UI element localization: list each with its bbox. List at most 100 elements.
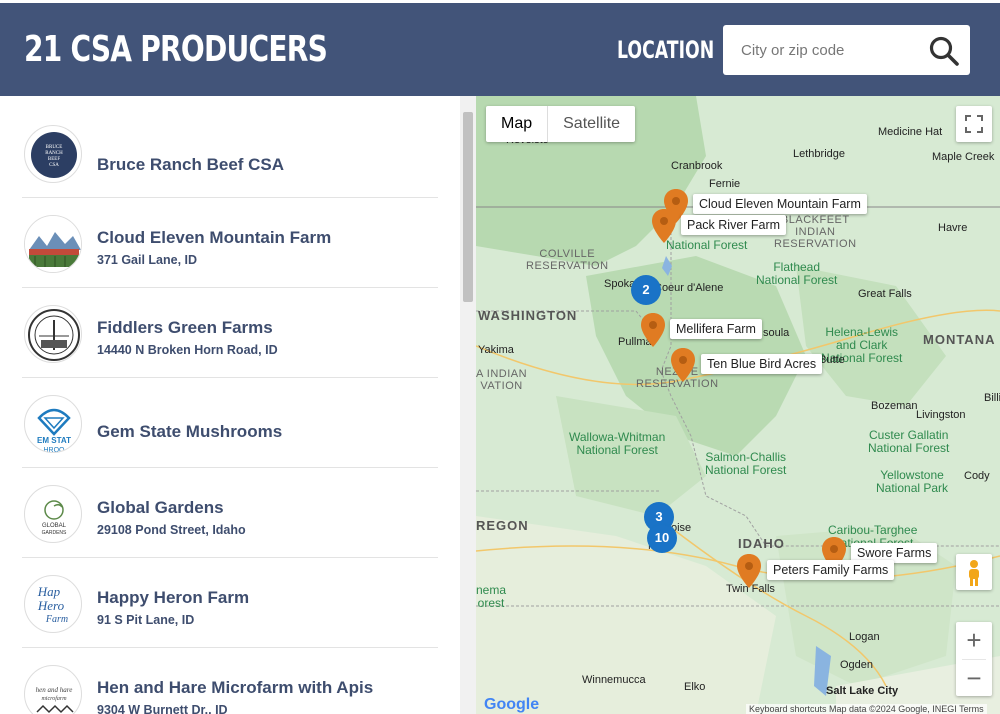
svg-text:Hap: Hap	[37, 584, 61, 599]
location-search-input[interactable]	[723, 25, 923, 75]
label-winnemucca: Winnemucca	[582, 674, 646, 686]
label-flathead: Flathead National Forest	[756, 260, 838, 287]
label-blackfeet: BLACKFEET INDIAN RESERVATION	[774, 214, 857, 250]
marker-label-mellifera[interactable]: Mellifera Farm	[670, 319, 762, 339]
svg-text:CSA: CSA	[49, 163, 59, 168]
hen-and-hare-logo: hen and hare microfarm	[24, 665, 82, 714]
map-type-control: Map Satellite	[486, 106, 636, 142]
map-marker-icon[interactable]	[736, 553, 762, 589]
producer-item-gem-state[interactable]: EM STAT HROO Gem State Mushrooms	[22, 378, 438, 468]
scrollbar-thumb[interactable]	[463, 112, 473, 302]
svg-text:BRUCE: BRUCE	[46, 145, 63, 150]
producer-item-cloud-eleven[interactable]: Cloud Eleven Mountain Farm 371 Gail Lane…	[22, 198, 438, 288]
label-billings: Billi	[984, 392, 1000, 404]
label-missoula: soula	[763, 327, 790, 339]
label-elko: Elko	[684, 681, 706, 693]
label-a-indian: A INDIAN VATION	[476, 368, 528, 392]
producer-list: BRUCE RANCH BEEF CSA Bruce Ranch Beef CS…	[0, 96, 460, 714]
label-colville: COLVILLE RESERVATION	[526, 248, 609, 272]
fiddlers-green-logo	[24, 305, 82, 363]
label-butte: Butte	[819, 354, 845, 366]
label-bozeman: Bozeman	[871, 400, 918, 412]
fullscreen-button[interactable]	[956, 106, 992, 142]
label-havre: Havre	[938, 222, 968, 234]
producer-item-happy-heron[interactable]: Hap Hero Farm Happy Heron Farm 91 S Pit …	[22, 558, 438, 648]
marker-label-cloud-eleven[interactable]: Cloud Eleven Mountain Farm	[693, 194, 867, 214]
producer-address: 9304 W Burnett Dr., ID	[97, 703, 228, 714]
label-maple-creek: Maple Creek	[932, 151, 995, 163]
map-type-map-button[interactable]: Map	[486, 106, 549, 142]
producer-address: 29108 Pond Street, Idaho	[97, 523, 246, 537]
google-logo: Google	[484, 696, 539, 714]
svg-text:BEEF: BEEF	[48, 157, 60, 162]
label-yakima: Yakima	[478, 344, 514, 356]
marker-cluster[interactable]: 2	[631, 275, 661, 305]
page-header: 21 CSA PRODUCERS LOCATION	[0, 0, 1000, 96]
marker-label-ten-blue-bird[interactable]: Ten Blue Bird Acres	[701, 354, 823, 374]
label-great-falls: Great Falls	[858, 288, 912, 300]
label-medicine-hat: Medicine Hat	[878, 126, 943, 138]
location-label: LOCATION	[617, 36, 715, 64]
page-title: 21 CSA PRODUCERS	[24, 29, 328, 70]
producer-address: 371 Gail Lane, ID	[97, 253, 198, 267]
location-search-box	[723, 25, 970, 75]
label-fernie: Fernie	[709, 178, 741, 190]
producer-item-hen-and-hare[interactable]: hen and hare microfarm Hen and Hare Micr…	[22, 648, 438, 714]
search-icon	[929, 36, 959, 66]
marker-cluster[interactable]: 10	[647, 523, 677, 553]
producer-name[interactable]: Happy Heron Farm	[97, 588, 249, 608]
label-oregon: REGON	[476, 518, 529, 533]
producer-address: 14440 N Broken Horn Road, ID	[97, 343, 278, 357]
label-national-forest: National Forest	[666, 238, 748, 252]
producer-item-global-gardens[interactable]: GLOBAL GARDENS Global Gardens 29108 Pond…	[22, 468, 438, 558]
producer-name[interactable]: Fiddlers Green Farms	[97, 318, 273, 338]
google-logo-text: Google	[484, 696, 540, 713]
bruce-ranch-logo: BRUCE RANCH BEEF CSA	[24, 125, 82, 183]
label-cody: Cody	[964, 470, 990, 482]
producer-item-fiddlers-green[interactable]: Fiddlers Green Farms 14440 N Broken Horn…	[22, 288, 438, 378]
street-view-button[interactable]	[956, 554, 992, 590]
map-marker-icon[interactable]	[651, 208, 677, 244]
zoom-control: + −	[956, 622, 992, 696]
map-attribution[interactable]: Keyboard shortcuts Map data ©2024 Google…	[746, 704, 987, 714]
svg-text:GARDENS: GARDENS	[42, 530, 67, 536]
map-view[interactable]: Revelsto Cranbrook Fernie Lethbridge Med…	[476, 96, 1000, 714]
gem-state-logo: EM STAT HROO	[24, 395, 82, 453]
zoom-out-button[interactable]: −	[956, 660, 992, 697]
svg-text:HROO: HROO	[44, 447, 66, 453]
marker-label-pack-river[interactable]: Pack River Farm	[681, 215, 787, 235]
producer-name[interactable]: Gem State Mushrooms	[97, 422, 282, 442]
pegman-icon	[969, 560, 979, 586]
svg-text:Hero: Hero	[37, 598, 65, 613]
marker-label-peters-family[interactable]: Peters Family Farms	[767, 560, 895, 580]
label-cranbrook: Cranbrook	[671, 160, 723, 172]
producer-name[interactable]: Bruce Ranch Beef CSA	[97, 155, 284, 175]
svg-text:hen and hare: hen and hare	[36, 686, 73, 694]
label-custer: Custer Gallatin National Forest	[868, 428, 950, 455]
happy-heron-logo: Hap Hero Farm	[24, 575, 82, 633]
zoom-in-button[interactable]: +	[956, 622, 992, 659]
cloud-eleven-logo	[24, 215, 82, 273]
map-type-satellite-button[interactable]: Satellite	[548, 106, 635, 142]
label-salt-lake-city: Salt Lake City	[826, 685, 899, 697]
producer-name[interactable]: Hen and Hare Microfarm with Apis	[97, 678, 373, 698]
svg-text:RANCH: RANCH	[45, 151, 63, 156]
producer-name[interactable]: Cloud Eleven Mountain Farm	[97, 228, 331, 248]
svg-text:Farm: Farm	[45, 614, 68, 625]
svg-text:EM STAT: EM STAT	[37, 436, 71, 445]
producer-item-bruce-ranch[interactable]: BRUCE RANCH BEEF CSA Bruce Ranch Beef CS…	[22, 108, 438, 198]
label-logan: Logan	[849, 631, 880, 643]
label-salmon: Salmon-Challis National Forest	[705, 450, 787, 477]
svg-text:microfarm: microfarm	[41, 695, 67, 702]
label-idaho: IDAHO	[738, 536, 785, 551]
label-montana: MONTANA	[923, 332, 996, 347]
label-ogden: Ogden	[840, 659, 874, 671]
map-marker-icon[interactable]	[640, 312, 666, 348]
fullscreen-icon	[965, 115, 983, 133]
list-scrollbar[interactable]	[460, 96, 476, 714]
label-nema: nema orest	[476, 583, 507, 610]
producer-name[interactable]: Global Gardens	[97, 498, 224, 518]
label-washington: WASHINGTON	[478, 308, 578, 323]
search-button[interactable]	[928, 35, 960, 67]
map-marker-icon[interactable]	[670, 347, 696, 383]
